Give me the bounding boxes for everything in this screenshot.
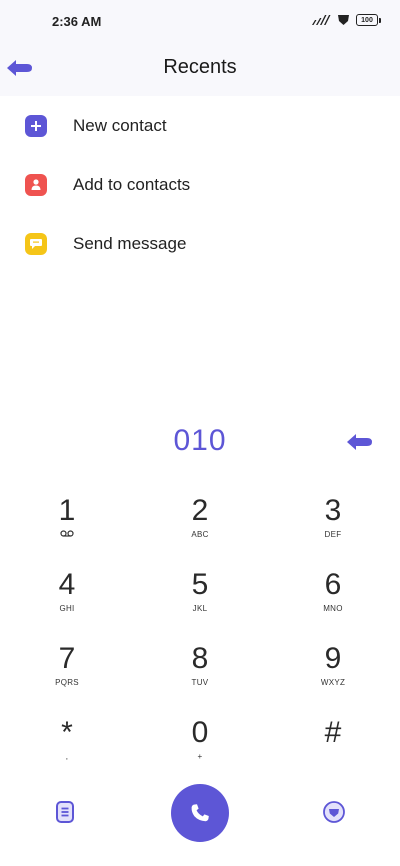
new-contact-item[interactable]: New contact (0, 96, 400, 155)
key-letters: WXYZ (320, 678, 346, 687)
action-list: New contact Add to contacts Send message (0, 96, 400, 273)
key-3[interactable]: 3 DEF (278, 494, 388, 558)
plus-icon (25, 114, 47, 137)
phone-icon (191, 804, 209, 822)
shield-status-icon (338, 15, 349, 25)
key-digit: 0 (191, 716, 209, 749)
key-2[interactable]: 2 ABC (145, 494, 255, 558)
key-letters: GHI (59, 604, 75, 613)
key-letters: MNO (323, 604, 343, 613)
status-bar: 2:36 AM 100 (0, 0, 400, 44)
add-to-contacts-label: Add to contacts (73, 174, 191, 194)
key-letters: + (197, 752, 203, 761)
call-button[interactable] (171, 784, 229, 842)
bottom-bar (0, 780, 400, 844)
backspace-button[interactable] (344, 430, 374, 454)
key-letters: PQRS (55, 678, 79, 687)
list-icon (56, 801, 74, 823)
key-digit: * (61, 716, 73, 749)
status-icons: 100 (311, 14, 381, 26)
key-4[interactable]: 4 GHI (12, 568, 122, 632)
send-message-label: Send message (73, 233, 187, 253)
key-letters: , (65, 752, 69, 761)
key-digit: 7 (58, 642, 76, 675)
dialed-number-row: 010 (0, 420, 400, 464)
key-hash[interactable]: # (278, 716, 388, 780)
key-digit: 3 (324, 494, 342, 527)
key-digit: # (324, 716, 342, 749)
key-8[interactable]: 8 TUV (145, 642, 255, 706)
message-icon (25, 232, 47, 255)
shield-button[interactable] (322, 800, 346, 824)
key-digit: 2 (191, 494, 209, 527)
key-digit: 9 (324, 642, 342, 675)
add-to-contacts-item[interactable]: Add to contacts (0, 155, 400, 214)
key-digit: 4 (58, 568, 76, 601)
shield-heart-icon (323, 801, 345, 823)
dialed-number[interactable]: 010 (0, 424, 400, 458)
key-digit: 8 (191, 642, 209, 675)
top-bar: Recents (0, 44, 400, 96)
key-letters: DEF (324, 530, 342, 539)
status-time: 2:36 AM (52, 14, 102, 29)
signal-icon (312, 15, 331, 25)
page-title: Recents (163, 56, 237, 78)
key-1[interactable]: 1 (12, 494, 122, 558)
key-letters: TUV (191, 678, 209, 687)
person-icon (25, 173, 47, 196)
key-digit: 6 (324, 568, 342, 601)
key-digit: 5 (191, 568, 209, 601)
contacts-button[interactable] (54, 800, 76, 824)
send-message-item[interactable]: Send message (0, 214, 400, 273)
key-letters: JKL (192, 604, 208, 613)
key-star[interactable]: * , (12, 716, 122, 780)
key-7[interactable]: 7 PQRS (12, 642, 122, 706)
key-9[interactable]: 9 WXYZ (278, 642, 388, 706)
key-0[interactable]: 0 + (145, 716, 255, 780)
key-letters: ABC (191, 530, 209, 539)
voicemail-icon (12, 530, 122, 539)
key-5[interactable]: 5 JKL (145, 568, 255, 632)
backspace-icon (347, 434, 372, 450)
key-6[interactable]: 6 MNO (278, 568, 388, 632)
key-digit: 1 (58, 494, 76, 527)
battery-icon: 100 (356, 14, 381, 26)
new-contact-label: New contact (73, 115, 167, 135)
